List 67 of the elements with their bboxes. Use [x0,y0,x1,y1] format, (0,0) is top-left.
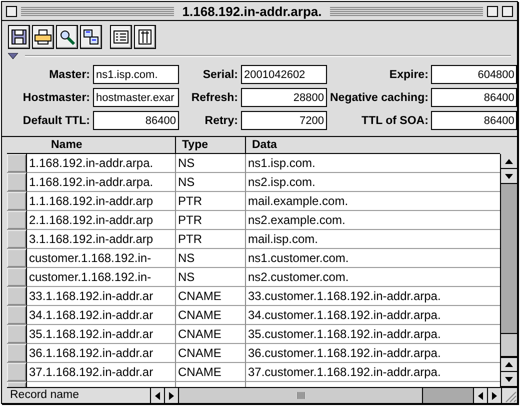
down-arrow-icon [504,376,514,382]
sort-button[interactable] [80,25,102,49]
right-arrow-icon [491,390,498,400]
list-icon [112,28,130,46]
text-field[interactable]: ns1.isp.com. [93,65,179,84]
row-selector[interactable] [7,344,27,363]
row-selector[interactable] [7,192,27,211]
column-header[interactable]: Type [176,137,246,153]
row-selector[interactable] [7,287,27,306]
columns-button[interactable] [134,25,156,49]
row-selector[interactable] [7,230,27,249]
text-field[interactable]: 86400 [431,111,518,130]
field-label: Retry: [204,114,238,126]
row-selector[interactable] [7,363,27,382]
text-field[interactable]: 86400 [431,88,518,107]
row-selector[interactable] [7,211,27,230]
left-arrow-icon [477,390,484,400]
grip-icon [296,392,304,399]
window-title: 1.168.192.in-addr.arpa. [181,4,323,18]
field-label: Default TTL: [22,114,90,126]
search-button[interactable] [56,25,78,49]
field-label: Expire: [388,68,428,80]
row-selector[interactable] [7,173,27,192]
list-button[interactable] [110,25,132,49]
row-selector[interactable] [7,306,27,325]
field-label: Negative caching: [330,92,428,104]
collapse-box-icon[interactable] [502,6,513,16]
field-label: TTL of SOA: [360,114,428,126]
save-button[interactable] [8,25,30,49]
scroll-up-button[interactable] [501,154,517,169]
close-box-icon[interactable] [6,6,17,16]
text-field[interactable]: hostmaster.exar [93,88,179,107]
scroll-thumb[interactable] [501,333,517,357]
row-selector[interactable] [7,154,27,173]
row-selector[interactable] [7,249,27,268]
text-field[interactable]: 2001042602 [241,65,327,84]
left-arrow-icon [154,390,161,400]
sort-icon [82,28,100,46]
scroll-down-button[interactable] [501,169,517,184]
up-arrow-icon [504,361,514,368]
field-label: Master: [48,68,90,80]
printer-icon [34,28,52,46]
text-field[interactable]: 604800 [431,65,518,84]
save-icon [10,28,28,46]
right-arrow-icon [168,390,175,400]
columns-icon [136,28,154,46]
text-field[interactable]: 86400 [93,111,179,130]
field-label: Serial: [202,68,238,80]
search-icon [58,28,76,46]
field-label: Refresh: [190,92,238,104]
vertical-scrollbar[interactable] [500,154,517,387]
down-arrow-icon [504,172,514,180]
printer-button[interactable] [32,25,54,49]
scroll-up-button[interactable] [501,357,517,372]
row-selector[interactable] [7,325,27,344]
text-field[interactable]: 28800 [241,88,327,107]
row-selector[interactable] [7,268,27,287]
disclosure-triangle-icon[interactable] [8,52,19,60]
scroll-down-button[interactable] [501,372,517,387]
column-header[interactable]: Data [246,137,500,153]
horizontal-scrollbar[interactable] [179,388,474,403]
text-field[interactable]: 7200 [241,111,327,130]
field-label: Hostmaster: [22,92,90,104]
zoom-box-icon[interactable] [487,6,498,16]
column-header[interactable]: Name [27,137,176,153]
up-arrow-icon [504,158,514,164]
scroll-thumb[interactable] [179,388,423,403]
